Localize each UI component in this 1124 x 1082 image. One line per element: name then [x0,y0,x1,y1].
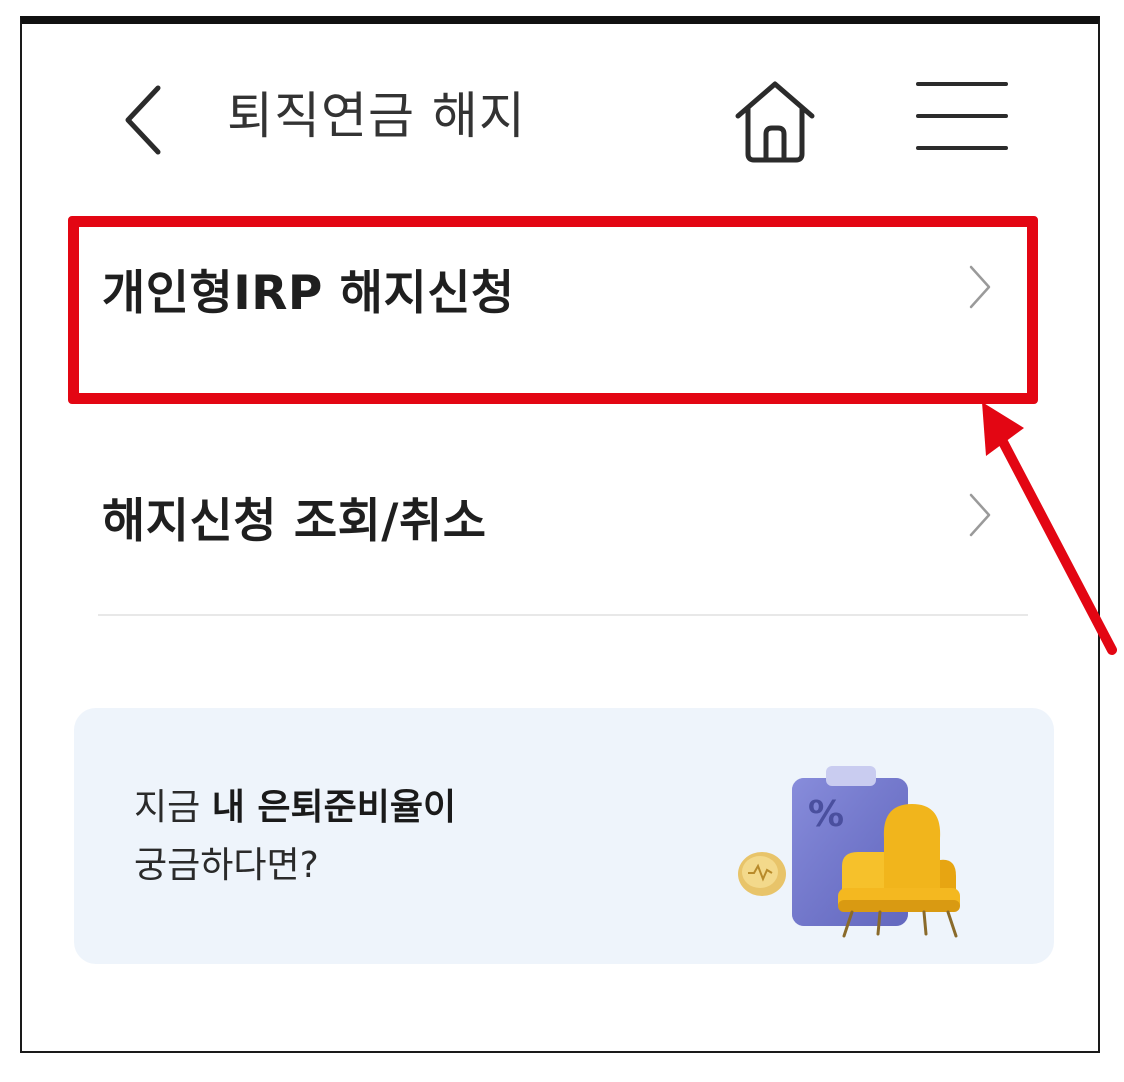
hamburger-menu-icon [916,82,1008,150]
home-icon [735,81,815,163]
home-button[interactable] [730,76,820,166]
percent-symbol: % [808,794,844,835]
chevron-right-icon [969,265,991,309]
chevron-right-icon [969,493,991,537]
menu-item-label: 해지신청 조회/취소 [102,494,487,549]
section-divider [98,614,1028,616]
page-title: 퇴직연금 해지 [227,87,526,145]
chevron-left-icon [125,85,161,155]
promo-prefix: 지금 [134,787,212,828]
menu-item-label: 개인형IRP 해지신청 [102,266,515,321]
menu-item-irp-cancel-request[interactable]: 개인형IRP 해지신청 [72,210,1032,380]
promo-text-line2: 궁금하다면? [134,845,319,886]
promo-text-line1: 지금 내 은퇴준비율이 [134,778,456,830]
back-button[interactable] [118,80,178,160]
retirement-chair-illustration: % [738,766,960,938]
menu-button[interactable] [912,74,1012,164]
promo-strong-text: 내 은퇴준비율이 [211,787,457,828]
app-header: 퇴직연금 해지 [22,24,1098,174]
menu-item-cancel-inquiry[interactable]: 해지신청 조회/취소 [72,438,1032,608]
phone-screen: 퇴직연금 해지 개인형IRP 해지신청 해지신청 조회/취소 지금 내 은퇴준비… [20,16,1100,1053]
retirement-readiness-banner[interactable]: 지금 내 은퇴준비율이 궁금하다면? % [74,708,1054,964]
